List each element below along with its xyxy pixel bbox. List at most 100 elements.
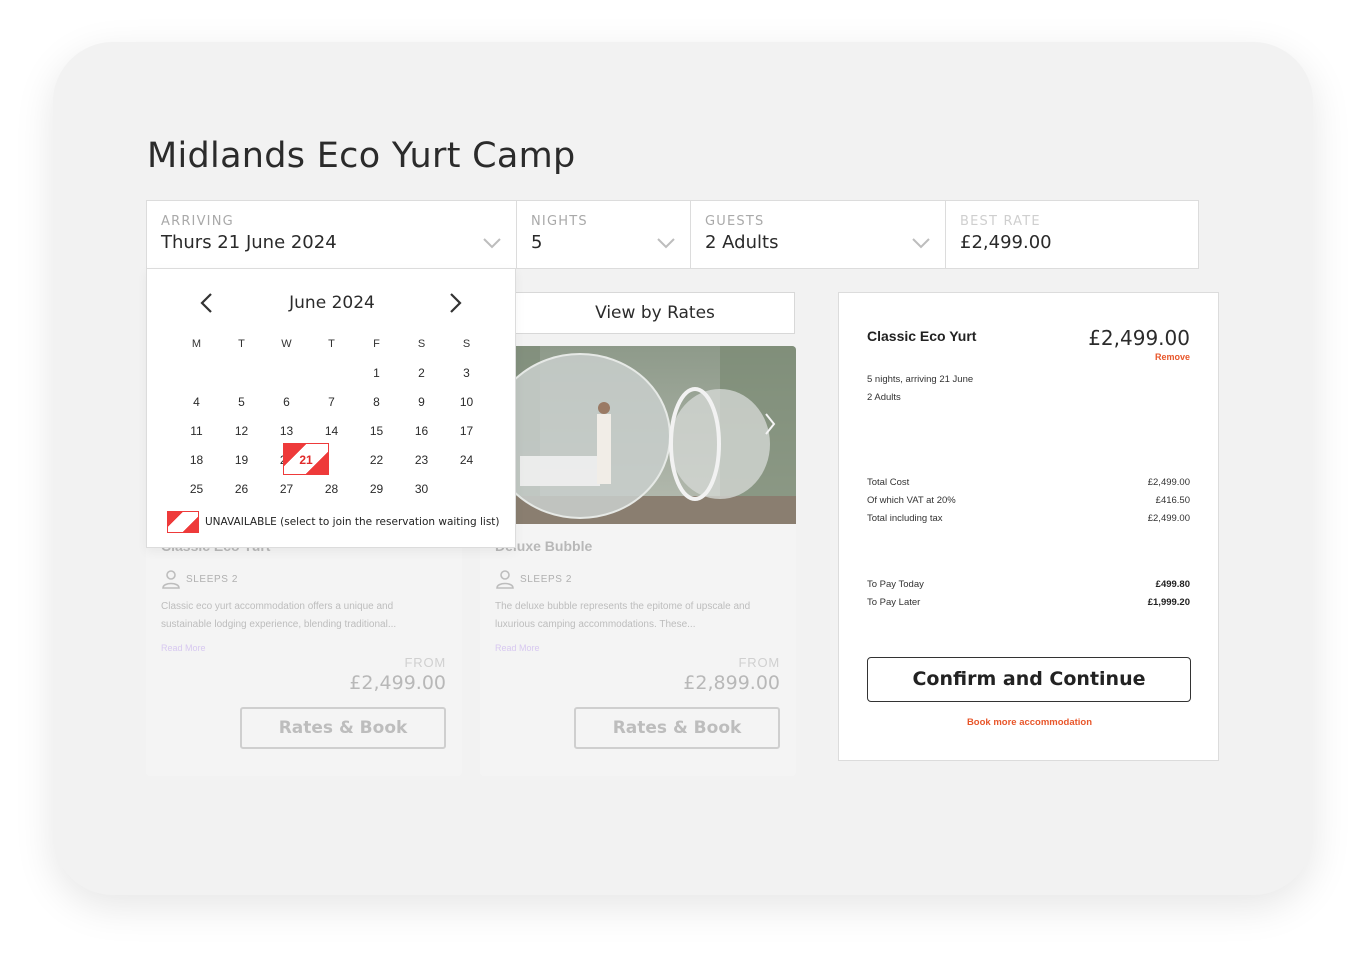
rates-book-button[interactable]: Rates & Book — [240, 707, 446, 749]
cost-value: £2,499.00 — [1147, 513, 1190, 524]
summary-item-name: Classic Eco Yurt — [867, 328, 977, 344]
calendar-day[interactable]: 18 — [174, 450, 219, 479]
accommodation-card: Deluxe Bubble SLEEPS 2 The deluxe bubble… — [480, 346, 796, 776]
best-rate-value: £2,499.00 — [960, 232, 1052, 253]
calendar-empty — [174, 363, 219, 392]
read-more-link[interactable]: Read More — [495, 643, 540, 653]
payment-label: To Pay Later — [867, 597, 921, 608]
cost-label: Of which VAT at 20% — [867, 495, 956, 506]
weekday: T — [328, 338, 335, 350]
search-bar: ARRIVING Thurs 21 June 2024 NIGHTS 5 GUE… — [146, 200, 1199, 269]
calendar-day[interactable]: 24 — [444, 450, 489, 479]
arriving-field[interactable]: ARRIVING Thurs 21 June 2024 — [147, 201, 517, 268]
remove-link[interactable]: Remove — [1155, 352, 1190, 362]
unavailable-swatch — [167, 511, 199, 533]
calendar-day[interactable]: 8 — [354, 392, 399, 421]
calendar-day[interactable]: 23 — [399, 450, 444, 479]
best-rate-label: BEST RATE — [960, 214, 1041, 229]
calendar-empty — [309, 363, 354, 392]
calendar-empty — [444, 479, 489, 508]
confirm-continue-button[interactable]: Confirm and Continue — [867, 657, 1191, 702]
bubble-image — [480, 346, 796, 524]
cost-row: Of which VAT at 20% £416.50 — [867, 495, 1190, 506]
guests-label: GUESTS — [705, 214, 765, 229]
sleeps-info: SLEEPS 2 — [161, 569, 238, 589]
day-number: 21 — [299, 453, 313, 467]
nights-value: 5 — [531, 232, 543, 253]
calendar-week: 181920222324 — [174, 450, 489, 479]
weekday: W — [281, 338, 292, 350]
payment-value: £499.80 — [1155, 579, 1190, 590]
calendar-legend: UNAVAILABLE (select to join the reservat… — [167, 511, 500, 533]
person-icon — [496, 570, 514, 589]
calendar-day[interactable]: 15 — [354, 421, 399, 450]
chevron-down-icon — [912, 238, 930, 249]
weekday-header: M T W T F S S — [174, 334, 489, 363]
weekday: T — [238, 338, 245, 350]
booking-summary: Classic Eco Yurt £2,499.00 Remove 5 nigh… — [838, 292, 1219, 761]
weekday: S — [462, 338, 471, 350]
calendar-day[interactable]: 2 — [399, 363, 444, 392]
arriving-label: ARRIVING — [161, 214, 234, 229]
calendar-day[interactable]: 12 — [219, 421, 264, 450]
rates-book-button[interactable]: Rates & Book — [574, 707, 780, 749]
from-label: FROM — [738, 655, 780, 670]
date-picker: June 2024 M T W T F S S 1 2 3 4 5 6 7 8 9 10 11 12 1… — [146, 268, 516, 548]
calendar-day[interactable]: 22 — [354, 450, 399, 479]
payment-label: To Pay Today — [867, 579, 924, 590]
legend-text: UNAVAILABLE (select to join the reservat… — [205, 516, 500, 528]
from-label: FROM — [404, 655, 446, 670]
calendar-day[interactable]: 16 — [399, 421, 444, 450]
chevron-right-icon[interactable] — [443, 291, 467, 315]
card-description: Classic eco yurt accommodation offers a … — [161, 601, 397, 630]
nights-label: NIGHTS — [531, 214, 588, 229]
book-more-link[interactable]: Book more accommodation — [839, 717, 1220, 728]
calendar-day[interactable]: 28 — [309, 479, 354, 508]
calendar-day[interactable]: 27 — [264, 479, 309, 508]
best-rate-field: BEST RATE £2,499.00 — [946, 201, 1198, 268]
calendar-day[interactable]: 1 — [354, 363, 399, 392]
calendar-day[interactable]: 7 — [309, 392, 354, 421]
calendar-day[interactable]: 11 — [174, 421, 219, 450]
guests-field[interactable]: GUESTS 2 Adults — [691, 201, 946, 268]
cost-row: Total Cost £2,499.00 — [867, 477, 1190, 488]
summary-detail: 5 nights, arriving 21 June — [867, 374, 974, 385]
nights-field[interactable]: NIGHTS 5 — [517, 201, 691, 268]
calendar-day[interactable]: 30 — [399, 479, 444, 508]
cost-label: Total Cost — [867, 477, 910, 488]
payment-row: To Pay Later £1,999.20 — [867, 597, 1190, 608]
read-more-link[interactable]: Read More — [161, 643, 206, 653]
calendar-day[interactable]: 10 — [444, 392, 489, 421]
cost-label: Total including tax — [867, 513, 943, 524]
calendar-empty — [219, 363, 264, 392]
card-description: The deluxe bubble represents the epitome… — [495, 601, 751, 630]
weekday: M — [191, 338, 202, 350]
calendar-day[interactable]: 9 — [399, 392, 444, 421]
calendar-grid: M T W T F S S 1 2 3 4 5 6 7 8 9 10 11 12 13 14 15 16 17 1… — [174, 334, 489, 508]
calendar-day[interactable]: 3 — [444, 363, 489, 392]
calendar-week: 123 — [174, 363, 489, 392]
chevron-down-icon — [483, 238, 501, 249]
calendar-day[interactable]: 19 — [219, 450, 264, 479]
payment-value: £1,999.20 — [1147, 597, 1190, 608]
cost-value: £416.50 — [1155, 495, 1190, 506]
arriving-value: Thurs 21 June 2024 — [161, 232, 337, 253]
summary-detail: 2 Adults — [867, 392, 901, 403]
view-by-rates-button[interactable]: View by Rates — [470, 292, 795, 334]
calendar-day[interactable]: 4 — [174, 392, 219, 421]
summary-price: £2,499.00 — [1088, 326, 1190, 350]
calendar-day[interactable]: 26 — [219, 479, 264, 508]
card-price: £2,499.00 — [349, 672, 446, 694]
calendar-day[interactable]: 29 — [354, 479, 399, 508]
calendar-day[interactable]: 6 — [264, 392, 309, 421]
calendar-day[interactable]: 5 — [219, 392, 264, 421]
calendar-day-unavailable[interactable]: 21 — [283, 443, 329, 475]
calendar-day[interactable]: 25 — [174, 479, 219, 508]
card-price: £2,899.00 — [683, 672, 780, 694]
page-title: Midlands Eco Yurt Camp — [147, 136, 576, 176]
guests-value: 2 Adults — [705, 232, 779, 253]
sleeps-text: SLEEPS 2 — [520, 573, 573, 585]
calendar-week: 4 5 6 7 8 9 10 — [174, 392, 489, 421]
calendar-week: 25 26 27 28 29 30 — [174, 479, 489, 508]
calendar-day[interactable]: 17 — [444, 421, 489, 450]
